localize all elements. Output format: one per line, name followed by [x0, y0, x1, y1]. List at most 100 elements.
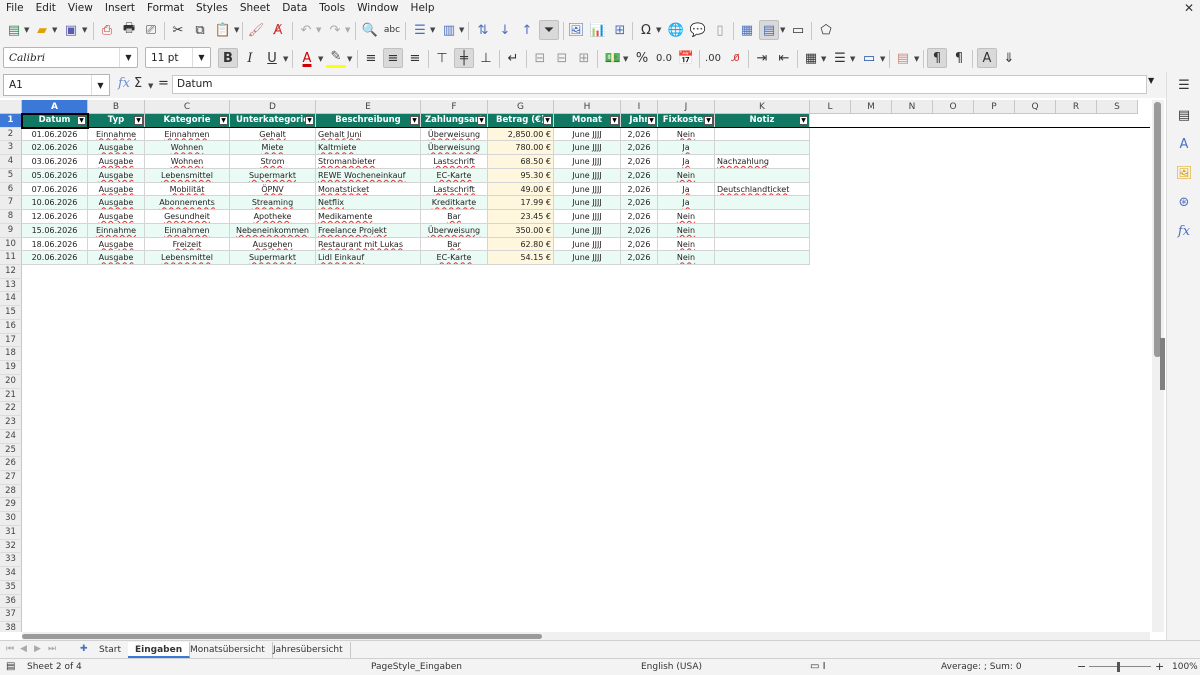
- print-preview-icon[interactable]: ⎚: [141, 20, 161, 40]
- header-cell-payment-method[interactable]: Zahlungsart ▼: [421, 114, 488, 128]
- cell-month[interactable]: June JJJJ: [554, 237, 621, 252]
- zoom-out-icon[interactable]: −: [1077, 659, 1086, 675]
- autofilter-icon[interactable]: ⏷: [539, 20, 559, 40]
- cell-date[interactable]: 15.06.2026: [22, 223, 88, 238]
- expand-formula-bar-icon[interactable]: ▼: [1148, 76, 1154, 85]
- freeze-rows-columns-icon[interactable]: ▤: [759, 20, 779, 40]
- column-header-g[interactable]: G: [488, 100, 554, 114]
- functions-icon[interactable]: fx: [1175, 222, 1193, 240]
- cell-type[interactable]: Ausgabe: [88, 182, 145, 197]
- cell-payment-method[interactable]: Lastschrift: [421, 182, 488, 197]
- header-cell-type[interactable]: Typ ▼: [88, 114, 145, 128]
- redo-icon[interactable]: ↷: [325, 20, 345, 40]
- sheet-tab-monatsübersicht[interactable]: Monatsübersicht: [183, 642, 273, 658]
- export-pdf-icon[interactable]: ⎙: [97, 20, 117, 40]
- number-format-icon[interactable]: 0.0: [654, 48, 674, 68]
- cell-fixed-costs[interactable]: Ja: [658, 141, 715, 156]
- cell-subcategory[interactable]: Miete: [230, 141, 316, 156]
- cell-type[interactable]: Einnahme: [88, 223, 145, 238]
- previous-sheet-icon[interactable]: ◀: [20, 644, 27, 654]
- cell-fixed-costs[interactable]: Ja: [658, 182, 715, 197]
- column-header-o[interactable]: O: [933, 100, 974, 114]
- undo-icon[interactable]: ↶: [296, 20, 316, 40]
- cell-description[interactable]: Restaurant mit Lukas: [316, 237, 421, 252]
- cell-month[interactable]: June JJJJ: [554, 168, 621, 183]
- horizontal-scroll-thumb[interactable]: [22, 634, 542, 639]
- cell-year[interactable]: 2,026: [621, 155, 658, 169]
- menu-item-sheet[interactable]: Sheet: [234, 0, 276, 17]
- column-header-b[interactable]: B: [88, 100, 145, 114]
- border-style-icon[interactable]: ☰: [830, 48, 850, 68]
- align-right-icon[interactable]: ≡: [405, 48, 425, 68]
- cell-description[interactable]: Lidl Einkauf: [316, 251, 421, 266]
- formula-input[interactable]: Datum: [172, 75, 1147, 94]
- define-print-area-icon[interactable]: ▦: [737, 20, 757, 40]
- row-header-5[interactable]: 5: [0, 168, 22, 183]
- menu-item-styles[interactable]: Styles: [190, 0, 234, 17]
- header-cell-note[interactable]: Notiz ▼: [715, 114, 810, 128]
- insert-chart-icon[interactable]: 📊: [588, 20, 608, 40]
- sidebar-collapse-handle[interactable]: [1160, 338, 1165, 390]
- menu-item-view[interactable]: View: [62, 0, 99, 17]
- column-header-m[interactable]: M: [851, 100, 892, 114]
- underline-icon[interactable]: U: [262, 48, 282, 68]
- wrap-text-icon[interactable]: ↵: [503, 48, 523, 68]
- cell-month[interactable]: June JJJJ: [554, 155, 621, 169]
- vertical-scroll-thumb[interactable]: [1154, 102, 1161, 357]
- autofilter-dropdown-icon[interactable]: ▼: [477, 116, 486, 125]
- first-sheet-icon[interactable]: ⏮: [6, 644, 14, 654]
- cell-date[interactable]: 07.06.2026: [22, 182, 88, 197]
- cell-note[interactable]: [715, 141, 810, 156]
- row-header-13[interactable]: 13: [0, 278, 22, 293]
- find-replace-icon[interactable]: 🔍: [360, 20, 380, 40]
- sort-descending-icon[interactable]: ↑: [517, 20, 537, 40]
- column-header-f[interactable]: F: [421, 100, 488, 114]
- cell-description[interactable]: Gehalt Juni: [316, 127, 421, 142]
- menu-item-file[interactable]: File: [0, 0, 30, 17]
- open-folder-icon[interactable]: ▰: [32, 20, 52, 40]
- cell-note[interactable]: Deutschlandticket: [715, 182, 810, 197]
- cell-category[interactable]: Abonnements: [145, 196, 230, 211]
- cut-icon[interactable]: ✂: [168, 20, 188, 40]
- cell-category[interactable]: Lebensmittel: [145, 168, 230, 183]
- row-header-35[interactable]: 35: [0, 580, 22, 595]
- cell-note[interactable]: [715, 168, 810, 183]
- row-header-33[interactable]: 33: [0, 553, 22, 568]
- next-sheet-icon[interactable]: ▶: [34, 644, 41, 654]
- column-header-c[interactable]: C: [145, 100, 230, 114]
- bold-icon[interactable]: B: [218, 48, 238, 68]
- align-middle-icon[interactable]: ╪: [454, 48, 474, 68]
- column-header-p[interactable]: P: [974, 100, 1015, 114]
- cell-note[interactable]: [715, 210, 810, 224]
- row-header-8[interactable]: 8: [0, 210, 22, 224]
- cell-month[interactable]: June JJJJ: [554, 141, 621, 156]
- row-header-24[interactable]: 24: [0, 429, 22, 444]
- sheet-tab-start[interactable]: Start: [92, 642, 129, 658]
- cell-category[interactable]: Einnahmen: [145, 127, 230, 142]
- cell-payment-method[interactable]: Bar: [421, 210, 488, 224]
- hyperlink-icon[interactable]: 🌐: [666, 20, 686, 40]
- cell-description[interactable]: Freelance Projekt: [316, 223, 421, 238]
- menu-item-tools[interactable]: Tools: [313, 0, 351, 17]
- cell-subcategory[interactable]: Nebeneinkommen: [230, 223, 316, 238]
- column-header-j[interactable]: J: [658, 100, 715, 114]
- navigator-icon[interactable]: ⊛: [1175, 193, 1193, 211]
- row-header-16[interactable]: 16: [0, 319, 22, 334]
- cell-year[interactable]: 2,026: [621, 210, 658, 224]
- autofilter-dropdown-icon[interactable]: ▼: [77, 116, 86, 125]
- left-to-right-icon[interactable]: ¶: [927, 48, 947, 68]
- insert-image-icon[interactable]: 🖼: [566, 20, 586, 40]
- show-draw-functions-icon[interactable]: ⬠: [816, 20, 836, 40]
- column-header-d[interactable]: D: [230, 100, 316, 114]
- row-header-11[interactable]: 11: [0, 251, 22, 266]
- column-header-h[interactable]: H: [554, 100, 621, 114]
- highlighting-icon[interactable]: ✎: [326, 48, 346, 68]
- cell-month[interactable]: June JJJJ: [554, 127, 621, 142]
- cell-category[interactable]: Gesundheit: [145, 210, 230, 224]
- cell-subcategory[interactable]: Supermarkt: [230, 251, 316, 266]
- autofilter-dropdown-icon[interactable]: ▼: [410, 116, 419, 125]
- zoom-in-icon[interactable]: +: [1155, 659, 1164, 675]
- new-document-icon[interactable]: ▤: [4, 20, 24, 40]
- row-header-4[interactable]: 4: [0, 155, 22, 169]
- cell-fixed-costs[interactable]: Nein: [658, 210, 715, 224]
